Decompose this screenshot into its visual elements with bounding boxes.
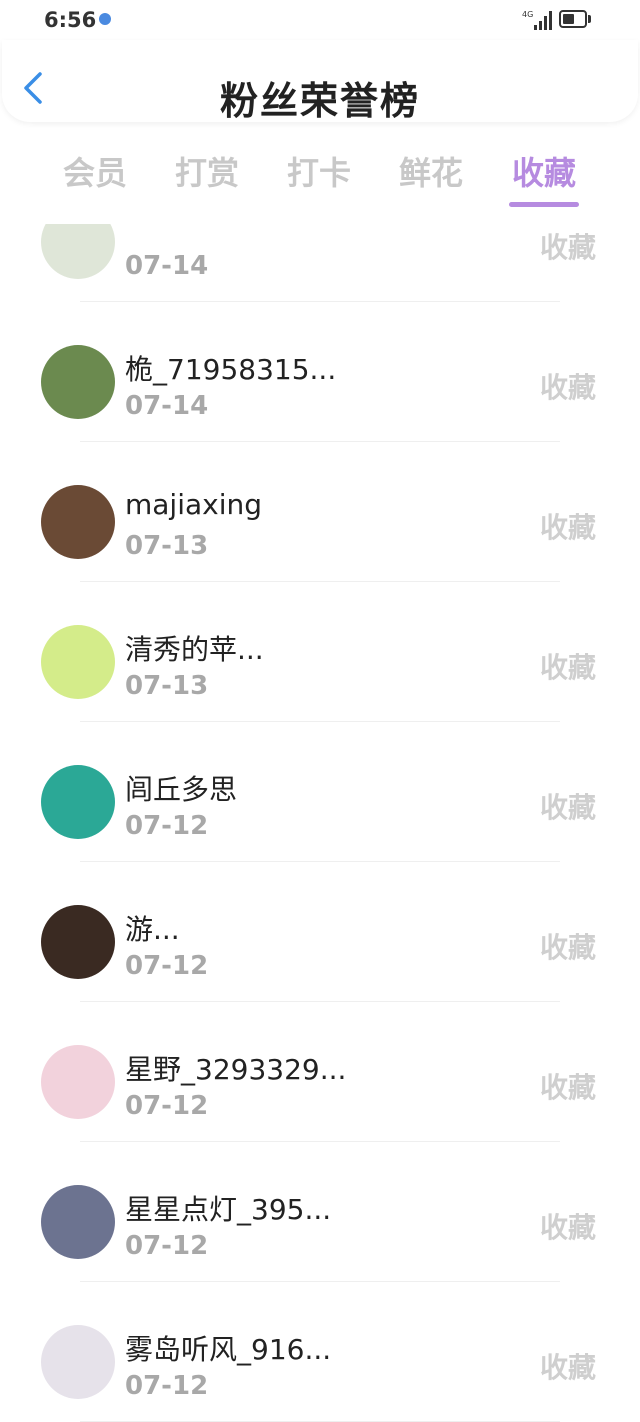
list-item[interactable]: 星野_3293329... 07-12 收藏 [0,1002,640,1142]
fan-list[interactable]: 07-14 收藏 桅_71958315... 07-14 收藏 majiaxing 07-1… [0,224,640,1422]
battery-tip [588,15,591,23]
battery-level [563,14,574,24]
avatar[interactable] [41,224,115,279]
status-time: 6:56 [44,8,97,32]
user-name: 游... [125,913,180,946]
favorite-action-label: 收藏 [540,1351,597,1384]
favorite-action-label: 收藏 [540,511,597,544]
avatar[interactable] [41,765,115,839]
page-title: 粉丝荣誉榜 [219,79,420,123]
list-item[interactable]: 清秀的苹... 07-13 收藏 [0,582,640,722]
list-item[interactable]: majiaxing 07-13 收藏 [0,442,640,582]
favorite-date: 07-13 [125,531,209,561]
tab-flowers[interactable]: 鲜花 [381,148,481,194]
avatar[interactable] [41,1045,115,1119]
favorite-date: 07-14 [125,391,209,421]
favorite-action-label: 收藏 [540,651,597,684]
network-type-label: 4G [522,10,533,19]
favorite-action-label: 收藏 [540,1211,597,1244]
header: 粉丝荣誉榜 [2,40,638,123]
tab-members[interactable]: 会员 [45,148,145,194]
avatar[interactable] [41,1325,115,1399]
list-item[interactable]: 雾岛听风_916... 07-12 收藏 [0,1282,640,1422]
favorite-date: 07-12 [125,811,209,841]
favorite-action-label: 收藏 [540,231,597,264]
tab-bar: 会员 打赏 打卡 鲜花 收藏 [0,128,640,224]
notification-dot-icon [99,13,111,25]
favorite-date: 07-13 [125,671,209,701]
favorite-date: 07-12 [125,951,209,981]
favorite-action-label: 收藏 [540,791,597,824]
user-name: 星野_3293329... [125,1053,347,1086]
tab-rewards[interactable]: 打赏 [157,148,257,194]
avatar[interactable] [41,1185,115,1259]
avatar[interactable] [41,485,115,559]
list-item[interactable]: 闾丘多思 07-12 收藏 [0,722,640,862]
list-item[interactable]: 星星点灯_395... 07-12 收藏 [0,1142,640,1282]
tab-checkin[interactable]: 打卡 [269,148,369,194]
favorite-action-label: 收藏 [540,1071,597,1104]
avatar[interactable] [41,345,115,419]
avatar[interactable] [41,905,115,979]
user-name: 雾岛听风_916... [125,1333,332,1366]
favorite-date: 07-12 [125,1091,209,1121]
status-bar: 6:56 4G [0,0,640,40]
favorite-action-label: 收藏 [540,371,597,404]
battery-icon [559,10,587,28]
user-name: majiaxing [125,488,263,521]
user-name: 闾丘多思 [125,773,238,806]
user-name: 清秀的苹... [125,633,264,666]
list-item[interactable]: 07-14 收藏 [0,224,640,302]
user-name: 桅_71958315... [125,353,337,386]
user-name: 星星点灯_395... [125,1193,332,1226]
favorite-date: 07-12 [125,1231,209,1261]
avatar[interactable] [41,625,115,699]
favorite-action-label: 收藏 [540,931,597,964]
favorite-date: 07-14 [125,251,209,281]
list-item[interactable]: 游... 07-12 收藏 [0,862,640,1002]
tab-favorites[interactable]: 收藏 [494,148,594,194]
favorite-date: 07-12 [125,1371,209,1401]
signal-icon: 4G [522,10,552,30]
active-tab-indicator [509,202,579,207]
list-item[interactable]: 桅_71958315... 07-14 收藏 [0,302,640,442]
